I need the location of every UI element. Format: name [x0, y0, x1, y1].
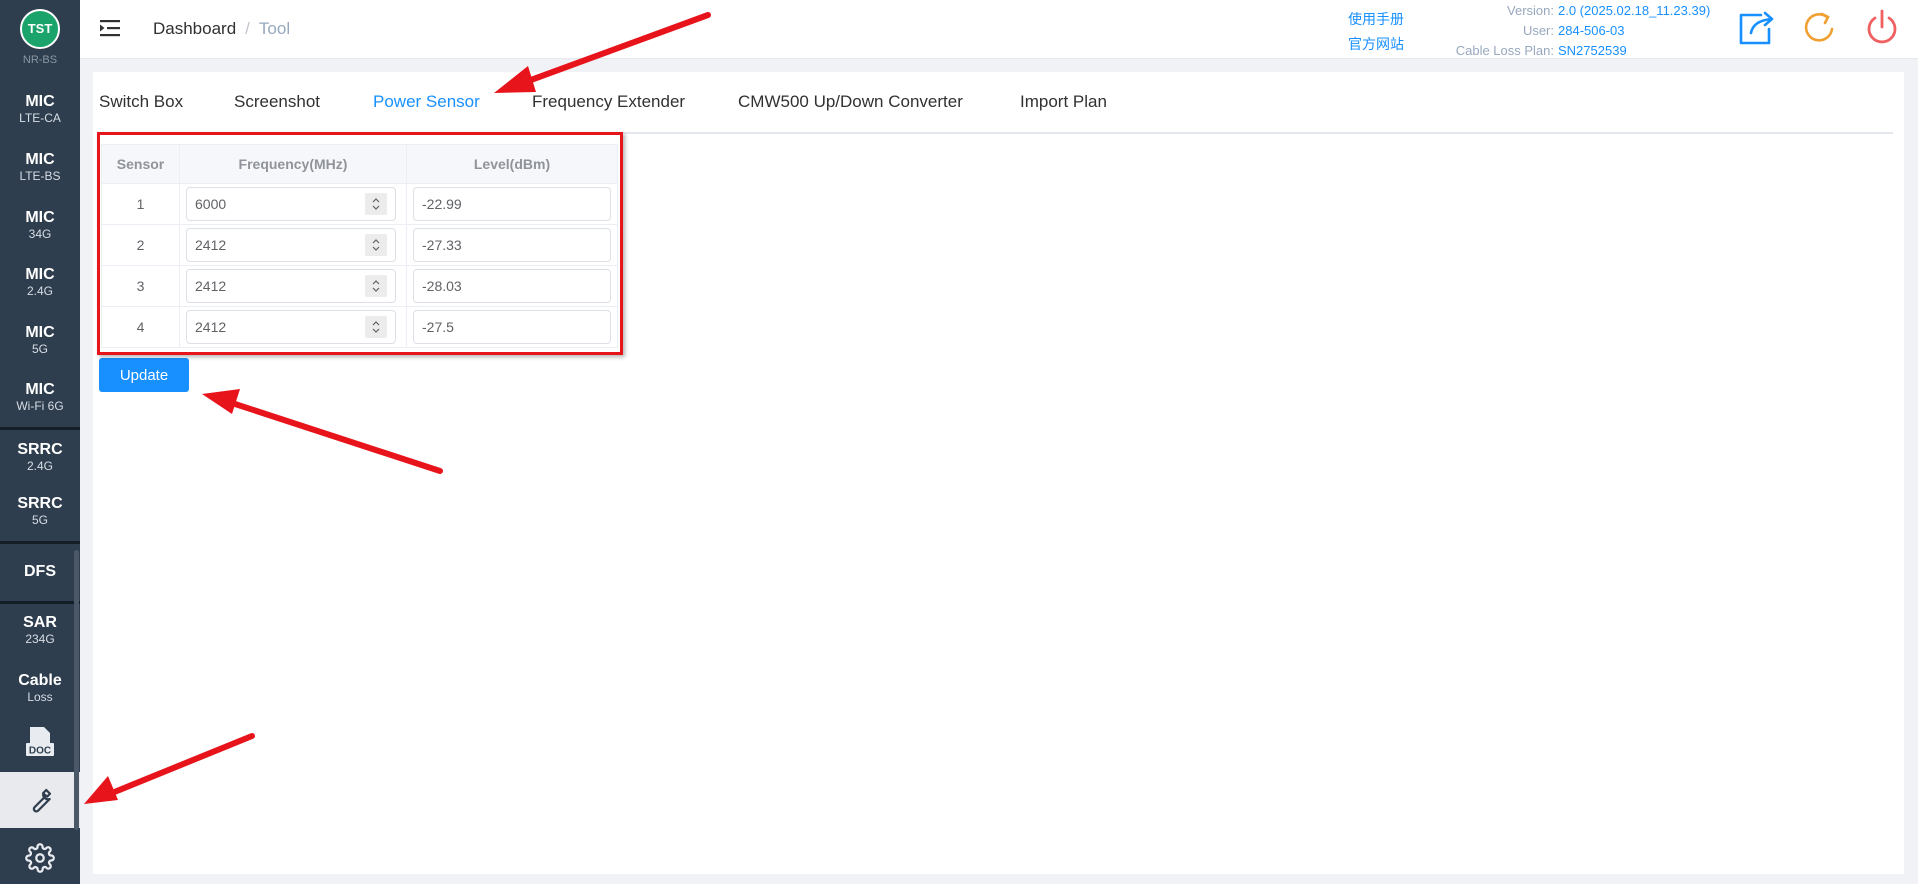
website-link[interactable]: 官方网站 — [1348, 32, 1404, 57]
logo-area: NR-BS TST — [0, 0, 80, 66]
sidebar-item-settings[interactable] — [0, 830, 80, 884]
sidebar-item-title: MIC — [25, 209, 55, 226]
sidebar-item-cut-label[interactable]: NR-BS — [0, 54, 80, 66]
sidebar-item-title: MIC — [25, 151, 55, 168]
sidebar-item-title: SRRC — [17, 495, 63, 512]
plan-value: SN2752539 — [1558, 43, 1627, 58]
sidebar-item-title: DFS — [24, 563, 56, 580]
sidebar-item-sub: 34G — [28, 227, 52, 241]
sidebar-item-sar[interactable]: SAR 234G — [0, 614, 80, 646]
tab-cmw500-converter[interactable]: CMW500 Up/Down Converter — [738, 92, 963, 112]
sidebar-item-title: MIC — [25, 266, 55, 283]
gear-icon — [25, 843, 55, 873]
annotation-highlight-box — [97, 132, 623, 355]
sidebar-item-sub: 2.4G — [26, 284, 53, 298]
doc-icon: DOC — [26, 727, 54, 757]
refresh-icon[interactable] — [1800, 7, 1840, 47]
sidebar-divider — [0, 541, 80, 544]
sidebar-item-srrc-5g[interactable]: SRRC 5G — [0, 495, 80, 527]
manual-link[interactable]: 使用手册 — [1348, 7, 1404, 32]
tab-screenshot[interactable]: Screenshot — [234, 92, 320, 112]
sidebar-item-sub: LTE-CA — [19, 111, 61, 125]
tst-logo: TST — [20, 9, 60, 49]
doc-icon-label: DOC — [29, 746, 51, 757]
sidebar-divider — [0, 601, 80, 604]
menu-toggle-icon[interactable] — [100, 18, 122, 43]
export-icon[interactable] — [1737, 7, 1777, 47]
sidebar-item-sub: 2.4G — [26, 459, 53, 473]
sidebar-item-tool[interactable] — [0, 772, 80, 828]
sidebar-item-title: MIC — [25, 324, 55, 341]
user-value: 284-506-03 — [1558, 23, 1625, 38]
sidebar-item-title: MIC — [25, 93, 55, 110]
update-button[interactable]: Update — [99, 358, 189, 392]
sidebar-item-mic-34g[interactable]: MIC 34G — [0, 209, 80, 241]
sidebar-item-srrc-24g[interactable]: SRRC 2.4G — [0, 441, 80, 473]
sidebar-item-title: SAR — [23, 614, 57, 631]
breadcrumb-separator: / — [245, 19, 250, 38]
sidebar-item-title: MIC — [25, 381, 55, 398]
plan-label: Cable Loss Plan: — [1455, 43, 1554, 58]
sidebar-divider — [0, 427, 80, 430]
sidebar-item-dfs[interactable]: DFS — [0, 563, 80, 581]
tab-bar: Switch Box Screenshot Power Sensor Frequ… — [99, 92, 1893, 134]
sidebar-scrollbar[interactable] — [74, 550, 79, 830]
version-value: 2.0 (2025.02.18_11.23.39) — [1558, 3, 1711, 18]
tab-switch-box[interactable]: Switch Box — [99, 92, 183, 112]
sidebar-item-sub: 5G — [31, 342, 48, 356]
sidebar-item-title: Cable — [18, 672, 62, 689]
sidebar-item-sub: 5G — [31, 513, 48, 527]
tab-power-sensor[interactable]: Power Sensor — [373, 92, 480, 112]
sidebar: NR-BS TST MIC LTE-CA MIC LTE-BS MIC 34G … — [0, 0, 80, 884]
sidebar-item-sub: Loss — [27, 690, 53, 704]
header-links: 使用手册 官方网站 — [1348, 7, 1404, 57]
version-label: Version: — [1507, 3, 1554, 18]
wrench-icon — [32, 788, 52, 813]
sidebar-item-mic-5g[interactable]: MIC 5G — [0, 324, 80, 356]
user-label: User: — [1522, 23, 1554, 38]
breadcrumb: Dashboard / Tool — [153, 19, 290, 39]
power-icon[interactable] — [1862, 7, 1902, 47]
sidebar-item-title: SRRC — [17, 441, 63, 458]
sidebar-item-mic-24g[interactable]: MIC 2.4G — [0, 266, 80, 298]
sidebar-item-doc[interactable]: DOC — [0, 714, 80, 770]
sidebar-item-sub: LTE-BS — [19, 169, 61, 183]
sidebar-item-mic-wifi6g[interactable]: MIC Wi-Fi 6G — [0, 381, 80, 413]
app-info: Version: 2.0 (2025.02.18_11.23.39) User: 2… — [1447, 1, 1711, 61]
sidebar-item-mic-lte-ca[interactable]: MIC LTE-CA — [0, 93, 80, 125]
sidebar-item-sub: 234G — [25, 632, 55, 646]
breadcrumb-home[interactable]: Dashboard — [153, 19, 236, 38]
tab-frequency-extender[interactable]: Frequency Extender — [532, 92, 685, 112]
sidebar-item-cable-loss[interactable]: Cable Loss — [0, 672, 80, 704]
breadcrumb-current: Tool — [258, 19, 291, 38]
sidebar-item-mic-lte-bs[interactable]: MIC LTE-BS — [0, 151, 80, 183]
top-header: Dashboard / Tool 使用手册 官方网站 Version: 2.0 (20… — [80, 0, 1918, 59]
sidebar-item-sub: Wi-Fi 6G — [16, 399, 64, 413]
tab-import-plan[interactable]: Import Plan — [1020, 92, 1107, 112]
